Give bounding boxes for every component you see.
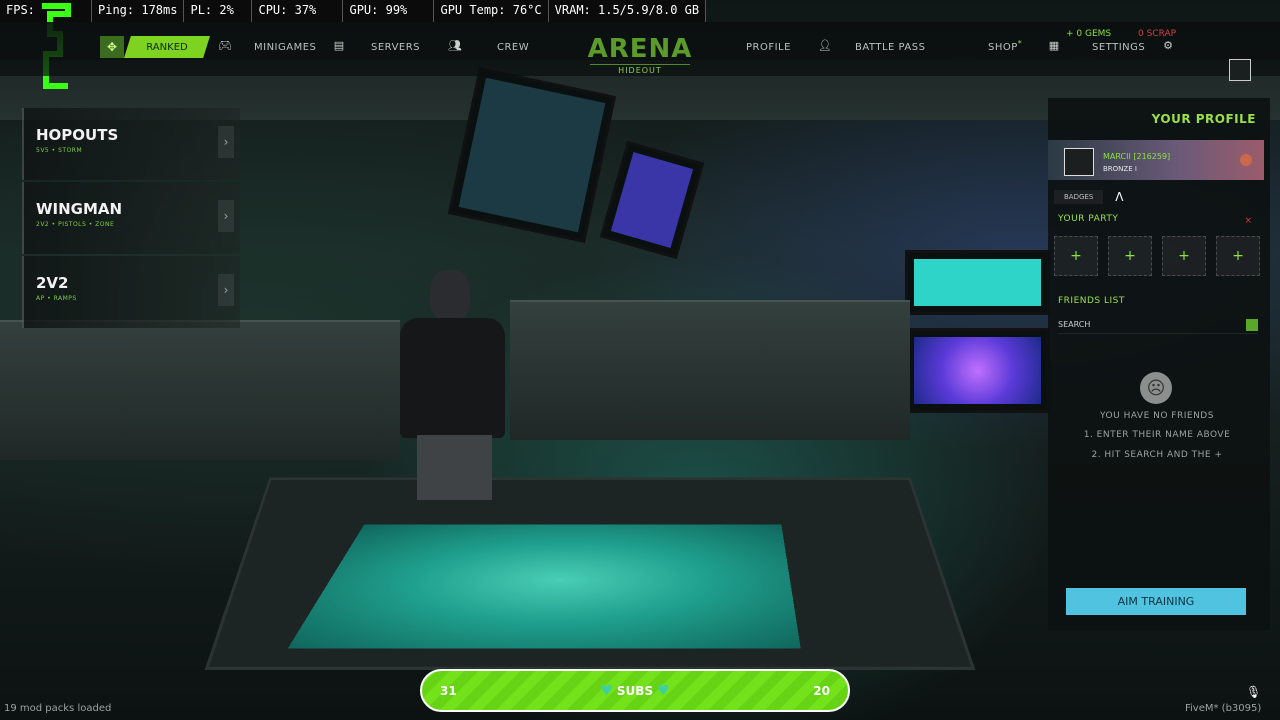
profile-panel: YOUR PROFILE MARCII [216259] BRONZE I BA… [1048, 98, 1270, 630]
profile-title: YOUR PROFILE [1151, 112, 1256, 126]
game-mode-list: HOPOUTS 5V5 • STORM › WINGMAN 2V2 • PIST… [22, 108, 240, 330]
close-icon[interactable]: × [1244, 216, 1252, 226]
microphone-icon: 🎙︎ [1246, 685, 1262, 699]
heart-icon: ♥ [657, 682, 670, 699]
nav-crew[interactable]: CREW [497, 36, 529, 58]
subs-bar: 31 ♥ SUBS ♥ 20 [420, 669, 850, 712]
nav-servers[interactable]: SERVERS [371, 36, 420, 58]
scrap-counter: 0 SCRAP [1138, 29, 1177, 39]
nav-settings[interactable]: SETTINGS [1092, 36, 1145, 58]
console-left [0, 320, 400, 460]
party-slot-add[interactable]: + [1162, 236, 1206, 276]
search-button[interactable] [1246, 318, 1258, 331]
chevron-badge-icon: Λ [1115, 190, 1124, 204]
avatar[interactable] [1229, 59, 1251, 81]
gear-icon[interactable]: ⚙ [1161, 38, 1175, 52]
mode-tags: 5V5 • STORM [36, 147, 83, 154]
party-title: YOUR PARTY [1058, 214, 1119, 224]
friend-search [1058, 316, 1258, 334]
chevron-right-icon: › [218, 126, 234, 158]
heart-icon: ♥ [600, 682, 613, 699]
profile-card[interactable]: MARCII [216259] BRONZE I [1048, 140, 1264, 180]
vram-readout: VRAM: 1.5/5.9/8.0 GB [548, 0, 707, 22]
chevron-right-icon: › [218, 274, 234, 306]
empty-step-1: 1. ENTER THEIR NAME ABOVE [1083, 430, 1231, 440]
radar-screen [905, 328, 1050, 413]
mode-2v2[interactable]: 2V2 AP • RAMPS › [22, 256, 240, 328]
mode-name: 2V2 [36, 274, 69, 292]
gpu-temp-readout: GPU Temp: 76°C [434, 0, 549, 22]
party-slot-add[interactable]: + [1054, 236, 1098, 276]
aim-training-button[interactable]: AIM TRAINING [1066, 588, 1246, 615]
store-icon: ▦ [1048, 38, 1060, 52]
arena-logo: ARENA HIDEOUT [584, 36, 696, 75]
shop-label: SHOP [988, 41, 1018, 53]
server-icon: ▤ [333, 38, 345, 52]
mode-hopouts[interactable]: HOPOUTS 5V5 • STORM › [22, 108, 240, 180]
hanging-monitor-diagram [599, 140, 705, 260]
badges-row: BADGES Λ [1054, 188, 1258, 206]
player-character [395, 270, 510, 500]
crew-icon: 👥︎ [448, 38, 462, 52]
map-screen [905, 250, 1050, 315]
fps-label: FPS: [6, 3, 35, 17]
client-version: FiveM* (b3095) [1185, 703, 1262, 714]
hanging-monitor-code [447, 67, 617, 243]
packet-loss-readout: PL: 2% [184, 0, 253, 22]
subs-center: ♥ SUBS ♥ [600, 683, 669, 699]
player-rank: BRONZE I [1103, 165, 1137, 173]
player-name: MARCII [216259] [1103, 152, 1171, 161]
nav-ranked[interactable]: RANKED [124, 36, 210, 58]
empty-message: YOU HAVE NO FRIENDS [1100, 411, 1214, 421]
ping-readout: Ping: 178ms [92, 0, 185, 22]
friends-title: FRIENDS LIST [1058, 296, 1125, 306]
performance-overlay: FPS: Ping: 178ms PL: 2% CPU: 37% GPU: 99… [0, 0, 707, 22]
gpu-readout: GPU: 99% [343, 0, 435, 22]
subs-right-count: 20 [813, 683, 830, 698]
holo-map [287, 524, 801, 649]
subs-left-count: 31 [440, 683, 457, 698]
party-slots: + + + + [1054, 236, 1260, 276]
sad-face-icon: ☹ [1140, 372, 1172, 404]
nav-battle-pass[interactable]: BATTLE PASS [855, 36, 925, 58]
mod-packs-status: 19 mod packs loaded [4, 703, 112, 714]
logo-title: ARENA [587, 34, 693, 64]
mode-name: HOPOUTS [36, 126, 119, 144]
mode-tags: 2V2 • PISTOLS • ZONE [36, 221, 115, 228]
search-input[interactable] [1058, 320, 1218, 329]
chevron-right-icon: › [218, 200, 234, 232]
move-icon[interactable]: ✥ [100, 36, 124, 58]
mode-tags: AP • RAMPS [36, 295, 77, 302]
character-head [430, 270, 470, 320]
user-icon: 👤︎ [818, 38, 832, 52]
mode-name: WINGMAN [36, 200, 123, 218]
gems-counter: + 0 GEMS [1066, 29, 1112, 39]
mode-wingman[interactable]: WINGMAN 2V2 • PISTOLS • ZONE › [22, 182, 240, 254]
gamepad-icon: 🎮︎ [218, 38, 232, 52]
top-navigation: ✥ RANKED 🎮︎ MINIGAMES ▤ SERVERS 👥︎ CREW … [0, 22, 1280, 81]
nav-minigames[interactable]: MINIGAMES [254, 36, 316, 58]
console-center [510, 300, 910, 440]
party-slot-add[interactable]: + [1108, 236, 1152, 276]
subs-label: SUBS [616, 683, 654, 698]
character-body [400, 318, 505, 438]
badges-label[interactable]: BADGES [1054, 190, 1104, 204]
nav-profile[interactable]: PROFILE [746, 36, 791, 58]
shop-new-marker: * [1017, 38, 1023, 48]
rank-badge-icon [1240, 154, 1252, 166]
nav-shop[interactable]: SHOP * [988, 36, 1022, 58]
character-legs [417, 435, 492, 500]
profile-avatar [1064, 148, 1094, 176]
empty-step-2: 2. HIT SEARCH AND THE + [1091, 450, 1223, 460]
party-slot-add[interactable]: + [1216, 236, 1260, 276]
cpu-readout: CPU: 37% [252, 0, 344, 22]
logo-subtitle: HIDEOUT [590, 64, 690, 75]
